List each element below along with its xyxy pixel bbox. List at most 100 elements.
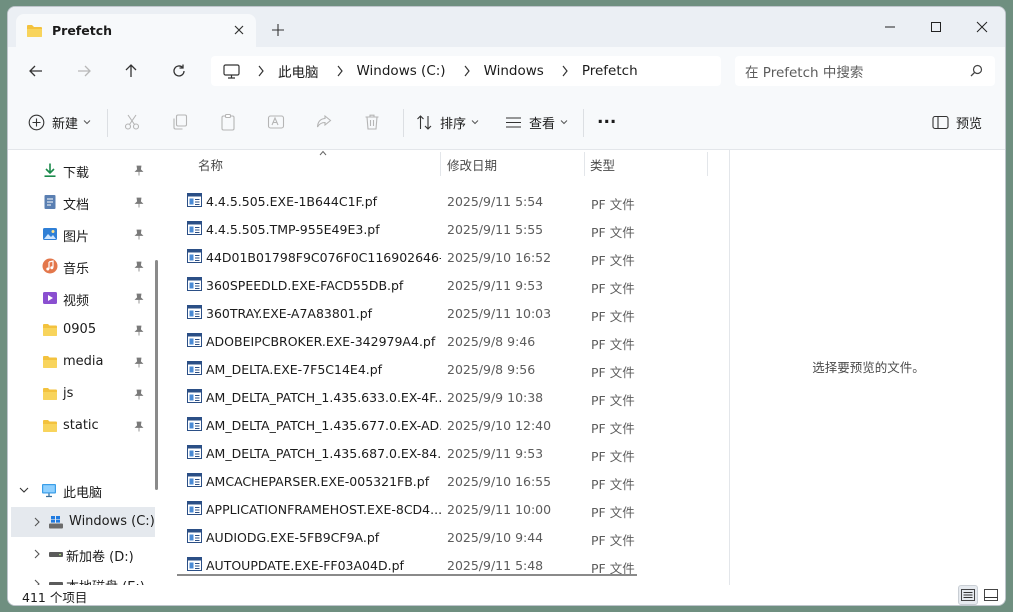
chevron-down-icon[interactable] bbox=[19, 486, 29, 494]
sidebar-item-documents[interactable]: 文档 bbox=[8, 187, 148, 217]
sidebar-item-downloads[interactable]: 下载 bbox=[8, 155, 148, 185]
rename-icon bbox=[267, 115, 285, 129]
toolbar-divider bbox=[583, 109, 584, 137]
sidebar-item-drive-c[interactable]: Windows (C:) bbox=[11, 507, 155, 537]
file-list-horizontal-scrollbar[interactable] bbox=[177, 574, 637, 576]
sidebar-item-static[interactable]: static bbox=[8, 411, 148, 441]
file-type: PF 文件 bbox=[591, 309, 635, 324]
file-row[interactable]: APPLICATIONFRAMEHOST.EXE-8CD4... 2025/9/1… bbox=[169, 495, 713, 523]
chevron-right-icon[interactable] bbox=[336, 65, 344, 77]
pin-icon[interactable] bbox=[134, 357, 144, 368]
sidebar-item-music[interactable]: 音乐 bbox=[8, 251, 148, 281]
column-header-date[interactable]: 修改日期 bbox=[447, 155, 497, 174]
file-name: 360SPEEDLD.EXE-FACD55DB.pf bbox=[206, 278, 404, 293]
new-button[interactable]: 新建 bbox=[28, 111, 91, 133]
sidebar-item-pictures[interactable]: 图片 bbox=[8, 219, 148, 249]
search-placeholder: 在 Prefetch 中搜索 bbox=[745, 65, 864, 81]
column-header-type[interactable]: 类型 bbox=[590, 155, 615, 174]
file-type: PF 文件 bbox=[591, 337, 635, 352]
file-modified-date: 2025/9/11 5:48 bbox=[447, 558, 544, 573]
breadcrumb-windows[interactable]: Windows bbox=[484, 63, 544, 79]
breadcrumb-windows-c[interactable]: Windows (C:) bbox=[357, 63, 446, 79]
column-divider[interactable] bbox=[707, 152, 708, 176]
paste-button[interactable] bbox=[219, 111, 237, 133]
more-options-button[interactable]: ... bbox=[597, 107, 616, 129]
navigation-pane: 下载 文档 图片 音乐 视频 0905 media js static 此电脑 … bbox=[8, 150, 158, 585]
sort-button[interactable]: 排序 bbox=[416, 111, 479, 133]
delete-button[interactable] bbox=[363, 111, 381, 133]
pin-icon[interactable] bbox=[134, 325, 144, 336]
pin-icon[interactable] bbox=[134, 197, 144, 208]
pin-icon[interactable] bbox=[134, 389, 144, 400]
back-button[interactable] bbox=[24, 59, 48, 83]
preview-pane-button[interactable]: 预览 bbox=[932, 111, 982, 133]
search-input[interactable]: 在 Prefetch 中搜索 bbox=[735, 56, 995, 86]
pf-file-icon bbox=[187, 501, 202, 518]
file-modified-date: 2025/9/10 16:52 bbox=[447, 250, 552, 265]
pin-icon[interactable] bbox=[134, 165, 144, 176]
minimize-button[interactable] bbox=[867, 13, 913, 41]
file-row[interactable]: AM_DELTA_PATCH_1.435.677.0.EX-AD... 2025/… bbox=[169, 411, 713, 439]
column-divider[interactable] bbox=[440, 152, 441, 176]
preview-pane: 选择要预览的文件。 bbox=[729, 150, 1005, 585]
chevron-right-icon[interactable] bbox=[561, 65, 569, 77]
file-row[interactable]: 360SPEEDLD.EXE-FACD55DB.pf 2025/9/11 9:53… bbox=[169, 271, 713, 299]
music-icon bbox=[42, 258, 58, 274]
sidebar-item-0905[interactable]: 0905 bbox=[8, 315, 148, 345]
forward-button[interactable] bbox=[72, 59, 96, 83]
chevron-right-icon[interactable] bbox=[33, 517, 41, 527]
cut-button[interactable] bbox=[123, 111, 141, 133]
pin-icon[interactable] bbox=[134, 421, 144, 432]
file-row[interactable]: 4.4.5.505.EXE-1B644C1F.pf 2025/9/11 5:54 P… bbox=[169, 187, 713, 215]
sidebar-item-label: 下载 bbox=[63, 166, 90, 181]
new-tab-icon[interactable] bbox=[270, 22, 286, 38]
refresh-button[interactable] bbox=[167, 59, 191, 83]
sidebar-item-media[interactable]: media bbox=[8, 347, 148, 377]
pin-icon[interactable] bbox=[134, 229, 144, 240]
file-row[interactable]: 4.4.5.505.TMP-955E49E3.pf 2025/9/11 5:55 P… bbox=[169, 215, 713, 243]
file-row[interactable]: AM_DELTA_PATCH_1.435.687.0.EX-84... 2025/… bbox=[169, 439, 713, 467]
maximize-button[interactable] bbox=[913, 13, 959, 41]
tab-title: Prefetch bbox=[52, 23, 113, 38]
breadcrumb-prefetch[interactable]: Prefetch bbox=[582, 63, 638, 79]
file-row[interactable]: 44D01B01798F9C076F0C116902646-... 2025/9/… bbox=[169, 243, 713, 271]
sidebar-item-this-pc[interactable]: 此电脑 bbox=[8, 475, 148, 505]
file-type: PF 文件 bbox=[591, 253, 635, 268]
breadcrumb-this-pc[interactable]: 此电脑 bbox=[278, 61, 319, 81]
sort-icon bbox=[417, 114, 432, 130]
sidebar-item-drive-d[interactable]: 新加卷 (D:) bbox=[8, 539, 148, 569]
view-button[interactable]: 查看 bbox=[505, 111, 568, 133]
copy-button[interactable] bbox=[171, 111, 189, 133]
column-divider[interactable] bbox=[584, 152, 585, 176]
file-row[interactable]: 360TRAY.EXE-A7A83801.pf 2025/9/11 10:03 PF… bbox=[169, 299, 713, 327]
thumbnail-view-button[interactable] bbox=[981, 585, 1001, 605]
close-window-button[interactable] bbox=[959, 13, 1005, 41]
chevron-right-icon[interactable] bbox=[257, 65, 265, 77]
sidebar-item-js[interactable]: js bbox=[8, 379, 148, 409]
sidebar-item-videos[interactable]: 视频 bbox=[8, 283, 148, 313]
tab-prefetch[interactable]: Prefetch bbox=[16, 14, 256, 47]
file-type: PF 文件 bbox=[591, 225, 635, 240]
sidebar-scrollbar[interactable] bbox=[155, 260, 158, 490]
address-bar[interactable]: 此电脑 Windows (C:) Windows Prefetch bbox=[211, 56, 721, 86]
file-row[interactable]: AM_DELTA_PATCH_1.435.633.0.EX-4F... 2025/… bbox=[169, 383, 713, 411]
file-row[interactable]: AUDIODG.EXE-5FB9CF9A.pf 2025/9/10 9:44 PF … bbox=[169, 523, 713, 551]
search-icon[interactable] bbox=[970, 64, 983, 81]
copy-icon bbox=[173, 114, 188, 130]
file-row[interactable]: AM_DELTA.EXE-7F5C14E4.pf 2025/9/8 9:56 PF … bbox=[169, 355, 713, 383]
sidebar-item-drive-e[interactable]: 本地磁盘 (E:) bbox=[8, 569, 148, 585]
chevron-right-icon[interactable] bbox=[33, 549, 41, 559]
pin-icon[interactable] bbox=[134, 293, 144, 304]
column-header-name[interactable]: 名称 bbox=[198, 155, 223, 174]
pin-icon[interactable] bbox=[134, 261, 144, 272]
details-view-button[interactable] bbox=[958, 585, 978, 605]
up-button[interactable] bbox=[119, 59, 143, 83]
file-row[interactable]: ADOBEIPCBROKER.EXE-342979A4.pf 2025/9/8 9… bbox=[169, 327, 713, 355]
file-row[interactable]: AMCACHEPARSER.EXE-005321FB.pf 2025/9/10 1… bbox=[169, 467, 713, 495]
share-button[interactable] bbox=[315, 111, 333, 133]
rename-button[interactable] bbox=[267, 111, 285, 133]
chevron-right-icon[interactable] bbox=[463, 65, 471, 77]
title-bar: Prefetch bbox=[8, 7, 1005, 47]
file-type: PF 文件 bbox=[591, 197, 635, 212]
close-tab-icon[interactable] bbox=[231, 22, 247, 38]
